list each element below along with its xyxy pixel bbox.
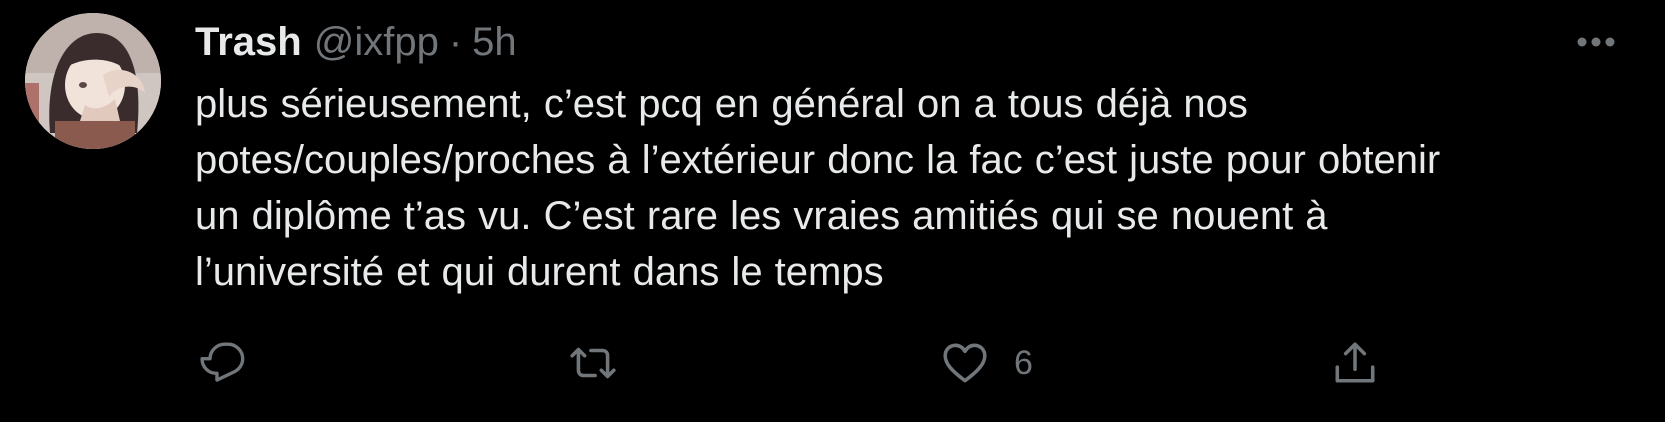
tweet-text-line: un diplôme t’as vu. C’est rare les vraie… xyxy=(195,194,1328,238)
tweet-text: plus sérieusement, c’est pcq en général … xyxy=(195,76,1635,300)
reply-icon xyxy=(200,342,245,382)
timestamp[interactable]: 5h xyxy=(472,14,517,70)
heart-icon xyxy=(943,343,987,383)
tweet-text-line: potes/couples/proches à l’extérieur donc… xyxy=(195,138,1441,182)
separator-dot: · xyxy=(448,20,463,64)
tweet-header: Trash @ixfpp · 5h xyxy=(195,14,517,70)
display-name[interactable]: Trash xyxy=(195,14,302,70)
more-dots-icon xyxy=(1577,37,1615,47)
avatar-image xyxy=(25,13,161,149)
share-icon xyxy=(1335,342,1375,383)
retweet-icon xyxy=(570,347,616,379)
username-handle[interactable]: @ixfpp xyxy=(314,14,439,70)
like-button[interactable]: 6 xyxy=(940,335,1033,391)
tweet[interactable]: Trash @ixfpp · 5h plus sérieusement, c’e… xyxy=(0,0,1665,422)
avatar[interactable] xyxy=(25,13,161,149)
share-button[interactable] xyxy=(1330,335,1380,391)
more-options-button[interactable] xyxy=(1564,24,1624,60)
like-count: 6 xyxy=(1014,343,1033,382)
retweet-button[interactable] xyxy=(568,335,618,391)
tweet-text-line: plus sérieusement, c’est pcq en général … xyxy=(195,82,1248,126)
reply-button[interactable] xyxy=(198,335,248,391)
tweet-text-line: l’université et qui durent dans le temps xyxy=(195,250,884,294)
